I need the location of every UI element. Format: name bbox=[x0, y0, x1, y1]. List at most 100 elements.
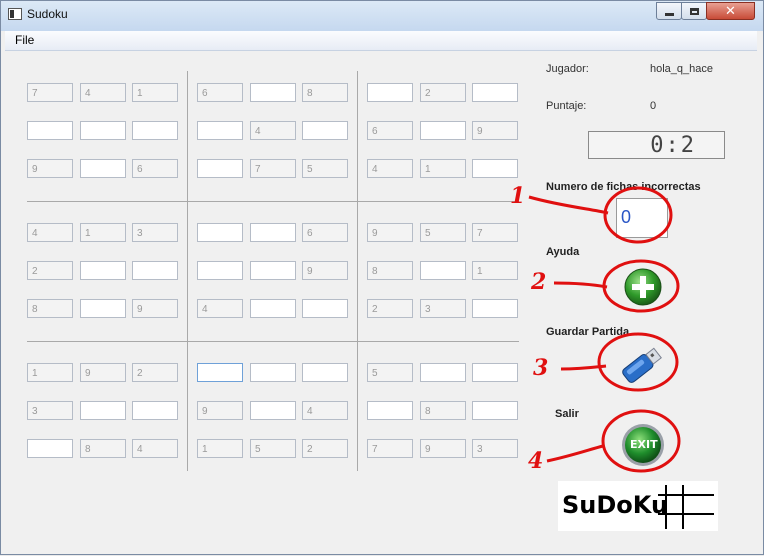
sudoku-cell[interactable]: 7 bbox=[367, 439, 413, 458]
sudoku-cell[interactable]: 2 bbox=[420, 83, 466, 102]
sudoku-cell[interactable]: 9 bbox=[420, 439, 466, 458]
sudoku-cell[interactable]: 9 bbox=[472, 121, 518, 140]
sudoku-cell[interactable] bbox=[302, 299, 348, 318]
sudoku-cell[interactable]: 4 bbox=[132, 439, 178, 458]
sudoku-cell[interactable]: 7 bbox=[472, 223, 518, 242]
sudoku-cell[interactable]: 7 bbox=[27, 83, 73, 102]
sudoku-cell[interactable]: 8 bbox=[302, 83, 348, 102]
close-button[interactable]: ✕ bbox=[706, 2, 755, 20]
sudoku-cell[interactable]: 5 bbox=[250, 439, 296, 458]
sudoku-cell[interactable]: 5 bbox=[302, 159, 348, 178]
help-button[interactable] bbox=[623, 267, 663, 307]
maximize-button[interactable] bbox=[681, 2, 707, 20]
sudoku-cell[interactable] bbox=[250, 83, 296, 102]
sudoku-cell[interactable]: 3 bbox=[132, 223, 178, 242]
sudoku-cell[interactable] bbox=[250, 223, 296, 242]
sudoku-cell[interactable]: 3 bbox=[472, 439, 518, 458]
sudoku-cell[interactable]: 4 bbox=[302, 401, 348, 420]
sudoku-cell[interactable]: 4 bbox=[27, 223, 73, 242]
sudoku-cell[interactable]: 8 bbox=[367, 261, 413, 280]
sudoku-cell[interactable] bbox=[420, 363, 466, 382]
sudoku-cell[interactable]: 8 bbox=[420, 401, 466, 420]
sudoku-cell[interactable]: 1 bbox=[420, 159, 466, 178]
sudoku-cell[interactable]: 6 bbox=[132, 159, 178, 178]
sudoku-cell[interactable]: 2 bbox=[367, 299, 413, 318]
player-name: hola_q_hace bbox=[650, 63, 714, 75]
sudoku-cell[interactable]: 5 bbox=[367, 363, 413, 382]
exit-button[interactable]: EXIT bbox=[620, 422, 666, 468]
sudoku-cell[interactable]: 9 bbox=[27, 159, 73, 178]
sudoku-cell[interactable] bbox=[80, 299, 126, 318]
sudoku-cell[interactable]: 1 bbox=[472, 261, 518, 280]
sudoku-cell[interactable]: 1 bbox=[27, 363, 73, 382]
sudoku-cell[interactable] bbox=[302, 121, 348, 140]
sudoku-cell[interactable] bbox=[250, 299, 296, 318]
sudoku-cell[interactable]: 2 bbox=[132, 363, 178, 382]
window-title: Sudoku bbox=[27, 7, 68, 21]
app-window: Sudoku ✕ File 74168246996754141369572981… bbox=[0, 0, 764, 555]
menu-file[interactable]: File bbox=[15, 33, 34, 47]
sudoku-cell[interactable] bbox=[80, 159, 126, 178]
sudoku-cell[interactable] bbox=[132, 121, 178, 140]
sudoku-cell[interactable] bbox=[472, 83, 518, 102]
title-bar[interactable]: Sudoku ✕ bbox=[1, 1, 763, 31]
close-icon: ✕ bbox=[725, 3, 736, 19]
sudoku-cell[interactable]: 2 bbox=[27, 261, 73, 280]
minimize-button[interactable] bbox=[656, 2, 682, 20]
sudoku-cell[interactable]: 6 bbox=[197, 83, 243, 102]
save-game-button[interactable] bbox=[618, 344, 664, 388]
sudoku-cell[interactable] bbox=[132, 401, 178, 420]
sudoku-cell[interactable]: 9 bbox=[302, 261, 348, 280]
sudoku-cell[interactable] bbox=[250, 401, 296, 420]
sudoku-cell[interactable]: 4 bbox=[197, 299, 243, 318]
sudoku-cell[interactable]: 4 bbox=[80, 83, 126, 102]
sudoku-cell[interactable] bbox=[420, 121, 466, 140]
sudoku-cell[interactable] bbox=[197, 261, 243, 280]
exit-label: Salir bbox=[555, 408, 579, 420]
logo-grid-icon bbox=[658, 485, 714, 529]
sudoku-cell[interactable] bbox=[27, 439, 73, 458]
sudoku-cell[interactable]: 8 bbox=[80, 439, 126, 458]
sudoku-cell[interactable]: 6 bbox=[302, 223, 348, 242]
sudoku-cell[interactable] bbox=[472, 159, 518, 178]
sudoku-cell[interactable] bbox=[472, 299, 518, 318]
exit-icon-text: EXIT bbox=[630, 438, 658, 451]
sudoku-cell[interactable] bbox=[302, 363, 348, 382]
sudoku-cell[interactable]: 9 bbox=[367, 223, 413, 242]
sudoku-cell[interactable]: 3 bbox=[420, 299, 466, 318]
sudoku-cell[interactable]: 8 bbox=[27, 299, 73, 318]
sudoku-cell[interactable] bbox=[80, 401, 126, 420]
sudoku-cell[interactable]: 9 bbox=[132, 299, 178, 318]
sudoku-cell[interactable]: 1 bbox=[197, 439, 243, 458]
sudoku-cell[interactable] bbox=[80, 121, 126, 140]
annotation-number-4: 4 bbox=[528, 448, 544, 474]
sudoku-cell[interactable] bbox=[367, 401, 413, 420]
sudoku-cell[interactable] bbox=[250, 261, 296, 280]
sudoku-cell[interactable]: 1 bbox=[132, 83, 178, 102]
sudoku-cell[interactable]: 7 bbox=[250, 159, 296, 178]
sudoku-cell[interactable]: 2 bbox=[302, 439, 348, 458]
sudoku-cell[interactable] bbox=[472, 401, 518, 420]
sudoku-cell[interactable] bbox=[197, 159, 243, 178]
sudoku-cell[interactable] bbox=[197, 223, 243, 242]
annotation-arrow-3 bbox=[560, 364, 607, 371]
sudoku-cell[interactable] bbox=[27, 121, 73, 140]
sudoku-cell[interactable]: 9 bbox=[197, 401, 243, 420]
sudoku-cell[interactable] bbox=[197, 121, 243, 140]
sudoku-cell[interactable] bbox=[80, 261, 126, 280]
incorrect-count: 0 bbox=[616, 198, 668, 238]
sudoku-cell[interactable] bbox=[472, 363, 518, 382]
sudoku-cell[interactable] bbox=[197, 363, 243, 382]
sudoku-cell[interactable] bbox=[250, 363, 296, 382]
sudoku-cell[interactable]: 6 bbox=[367, 121, 413, 140]
sudoku-cell[interactable]: 4 bbox=[250, 121, 296, 140]
sudoku-cell[interactable]: 9 bbox=[80, 363, 126, 382]
sudoku-cell[interactable] bbox=[420, 261, 466, 280]
sudoku-cell[interactable] bbox=[132, 261, 178, 280]
sudoku-cell[interactable]: 1 bbox=[80, 223, 126, 242]
sudoku-cell[interactable]: 5 bbox=[420, 223, 466, 242]
sudoku-cell[interactable]: 4 bbox=[367, 159, 413, 178]
sudoku-cell[interactable] bbox=[367, 83, 413, 102]
sudoku-cell[interactable]: 3 bbox=[27, 401, 73, 420]
timer-display: 0:2 bbox=[588, 131, 725, 159]
